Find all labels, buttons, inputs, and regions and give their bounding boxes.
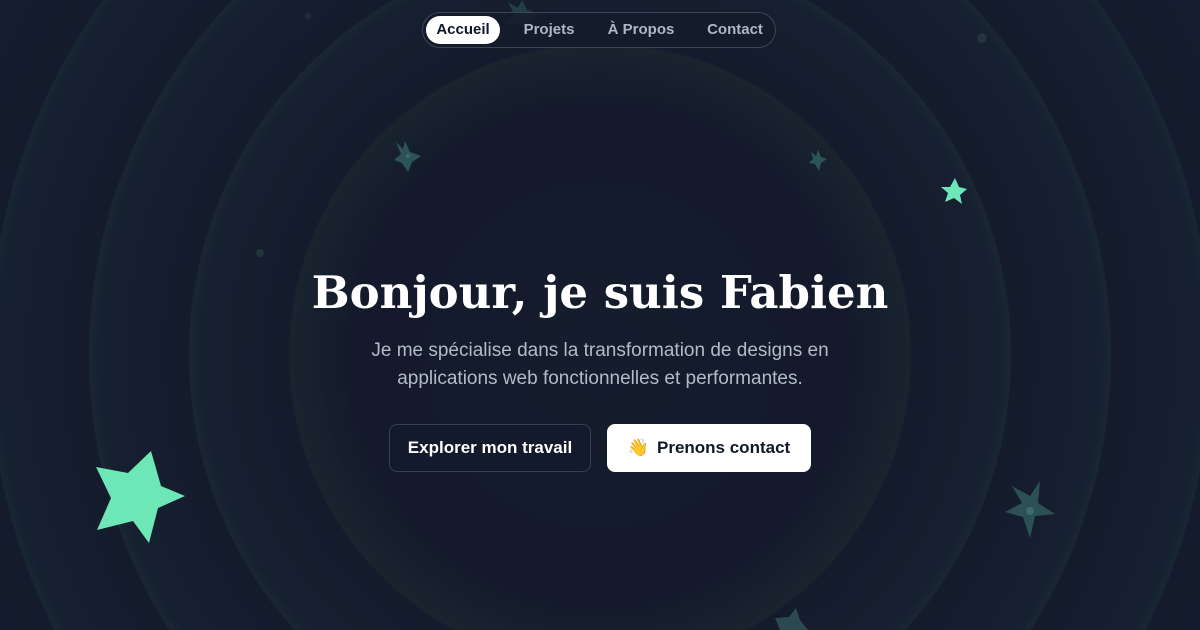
star-icon — [809, 150, 827, 171]
top-navbar: Accueil Projets À Propos Contact — [422, 12, 776, 48]
explore-work-button[interactable]: Explorer mon travail — [389, 424, 591, 472]
hero-subtitle-line-2: applications web fonctionnelles et perfo… — [397, 368, 803, 389]
dot-icon — [1026, 507, 1034, 515]
waving-hand-icon: 👋 — [627, 438, 649, 457]
star-icon — [775, 608, 808, 630]
contact-me-button[interactable]: 👋 Prenons contact — [607, 424, 811, 472]
nav-item-a-propos[interactable]: À Propos — [597, 16, 685, 44]
contact-me-label: Prenons contact — [656, 438, 791, 457]
explore-work-label: Explorer mon travail — [407, 438, 573, 457]
hero-subtitle: Je me spécialise dans la transformation … — [340, 337, 860, 393]
nav-item-projets[interactable]: Projets — [511, 16, 587, 44]
star-icon — [96, 451, 185, 543]
hero-title: Bonjour, je suis Fabien — [311, 266, 889, 319]
dot-icon — [256, 249, 264, 257]
star-icon — [941, 178, 967, 204]
dot-icon — [406, 154, 410, 158]
hero-subtitle-line-1: Je me spécialise dans la transformation … — [371, 340, 829, 361]
nav-item-contact[interactable]: Contact — [695, 16, 775, 44]
dot-icon — [305, 13, 311, 19]
dot-icon — [977, 33, 987, 43]
nav-item-accueil[interactable]: Accueil — [426, 16, 500, 44]
